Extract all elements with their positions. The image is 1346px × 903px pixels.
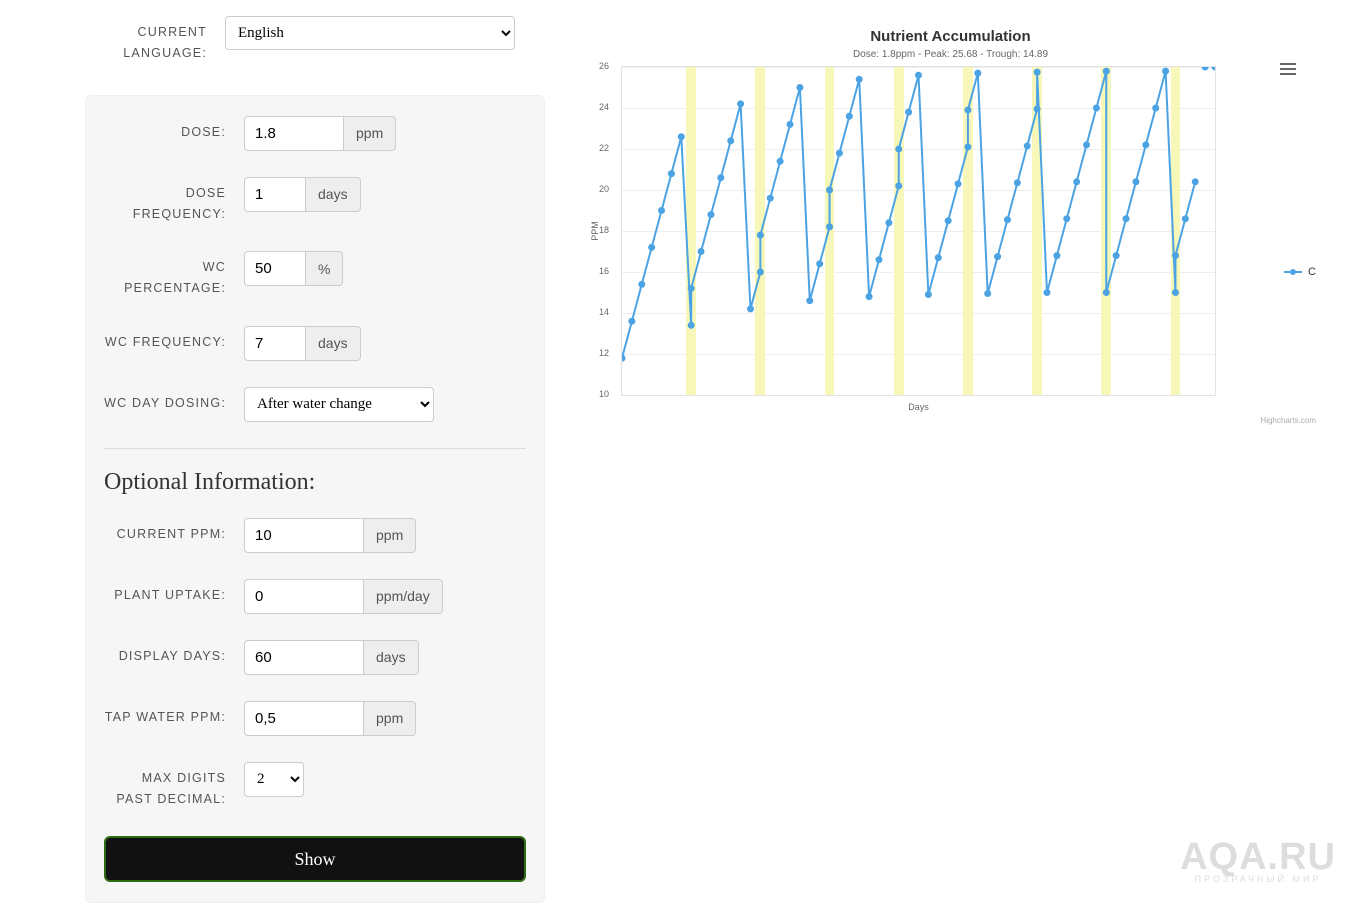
- legend-label: C: [1308, 266, 1316, 278]
- display-days-label: DISPLAY DAYS:: [104, 640, 244, 667]
- y-tick: 22: [599, 143, 609, 153]
- tap-water-label: TAP WATER PPM:: [104, 701, 244, 728]
- current-ppm-input[interactable]: [244, 518, 364, 553]
- max-digits-label: MAX DIGITS PAST DECIMAL:: [104, 762, 244, 811]
- dose-input[interactable]: [244, 116, 344, 151]
- chart-title: Nutrient Accumulation: [575, 28, 1326, 45]
- watermark: AQA.RU ПРОЗРАЧНЫЙ МИР: [1180, 842, 1336, 884]
- wc-freq-input[interactable]: [244, 326, 306, 361]
- language-label: CURRENT LANGUAGE:: [85, 16, 225, 65]
- y-tick: 24: [599, 102, 609, 112]
- legend-swatch: [1284, 271, 1302, 273]
- dose-freq-label: DOSE FREQUENCY:: [104, 177, 244, 226]
- legend[interactable]: C: [1284, 266, 1316, 278]
- dose-freq-input[interactable]: [244, 177, 306, 212]
- y-tick: 16: [599, 266, 609, 276]
- x-axis-label: Days: [621, 402, 1216, 412]
- show-button[interactable]: Show: [104, 836, 526, 882]
- y-tick: 18: [599, 225, 609, 235]
- dose-unit: ppm: [344, 116, 396, 151]
- current-ppm-label: CURRENT PPM:: [104, 518, 244, 545]
- display-days-input[interactable]: [244, 640, 364, 675]
- y-tick: 12: [599, 348, 609, 358]
- plant-uptake-input[interactable]: [244, 579, 364, 614]
- max-digits-select[interactable]: 2: [244, 762, 304, 797]
- wc-freq-unit: days: [306, 326, 361, 361]
- dose-freq-unit: days: [306, 177, 361, 212]
- wc-pct-input[interactable]: [244, 251, 306, 286]
- tap-water-input[interactable]: [244, 701, 364, 736]
- language-select[interactable]: English: [225, 16, 515, 50]
- optional-heading: Optional Information:: [104, 469, 526, 496]
- current-ppm-unit: ppm: [364, 518, 416, 553]
- display-days-unit: days: [364, 640, 419, 675]
- tap-water-unit: ppm: [364, 701, 416, 736]
- plant-uptake-label: PLANT UPTAKE:: [104, 579, 244, 606]
- plant-uptake-unit: ppm/day: [364, 579, 443, 614]
- wc-pct-unit: %: [306, 251, 343, 286]
- chart-credits: Highcharts.com: [575, 416, 1316, 425]
- dose-label: DOSE:: [104, 116, 244, 143]
- chart-subtitle: Dose: 1.8ppm - Peak: 25.68 - Trough: 14.…: [575, 49, 1326, 60]
- wc-freq-label: WC FREQUENCY:: [104, 326, 244, 353]
- divider: [104, 448, 526, 449]
- plot-area: [621, 66, 1216, 396]
- form-panel: DOSE: ppm DOSE FREQUENCY: days WC PERCEN…: [85, 95, 545, 903]
- y-tick: 14: [599, 307, 609, 317]
- wc-day-dosing-label: WC DAY DOSING:: [104, 387, 244, 414]
- chart: Nutrient Accumulation Dose: 1.8ppm - Pea…: [575, 28, 1326, 425]
- y-tick: 10: [599, 389, 609, 399]
- y-tick: 20: [599, 184, 609, 194]
- y-tick: 26: [599, 61, 609, 71]
- wc-pct-label: WC PERCENTAGE:: [104, 251, 244, 300]
- wc-day-dosing-select[interactable]: After water change: [244, 387, 434, 422]
